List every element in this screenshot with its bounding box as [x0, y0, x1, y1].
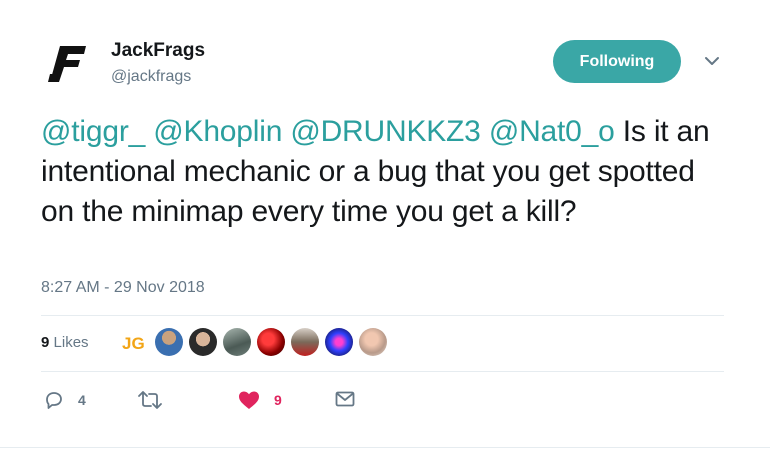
bottom-divider [0, 447, 770, 448]
divider [41, 371, 724, 372]
avatar-2[interactable] [155, 328, 183, 356]
liker-avatars: JG [121, 328, 393, 356]
avatar-jg-logo[interactable]: JG [121, 328, 149, 356]
envelope-icon [335, 391, 355, 407]
jackfrags-logo-icon[interactable] [46, 44, 90, 84]
mention-link[interactable]: @Khoplin [153, 115, 282, 148]
likes-label: Likes [53, 334, 89, 351]
like-button[interactable]: 9 [238, 390, 282, 410]
retweet-button[interactable] [137, 390, 177, 410]
author-handle[interactable]: @jackfrags [111, 68, 191, 86]
likes-count[interactable]: 9 Likes [41, 334, 89, 351]
mention-link[interactable]: @Nat0_o [489, 115, 615, 148]
reply-button[interactable]: 4 [44, 390, 86, 410]
reply-count: 4 [78, 392, 86, 408]
direct-message-button[interactable] [335, 390, 355, 408]
reply-icon [46, 392, 62, 409]
avatar-6[interactable] [291, 328, 319, 356]
avatar-5[interactable] [257, 328, 285, 356]
heart-icon [239, 391, 259, 409]
svg-text:JG: JG [122, 334, 145, 353]
tweet-timestamp[interactable]: 8:27 AM - 29 Nov 2018 [41, 279, 205, 297]
likes-number: 9 [41, 334, 50, 351]
avatar-4[interactable] [223, 328, 251, 356]
tweet-actions: 4 9 [0, 390, 770, 414]
mention-link[interactable]: @DRUNKKZ3 [290, 115, 481, 148]
following-button[interactable]: Following [553, 40, 681, 83]
avatar-3[interactable] [189, 328, 217, 356]
retweet-icon [138, 391, 162, 409]
avatar-7[interactable] [325, 328, 353, 356]
author-name[interactable]: JackFrags [111, 40, 205, 62]
avatar-8[interactable] [359, 328, 387, 356]
chevron-down-icon[interactable] [702, 55, 722, 69]
like-count: 9 [274, 392, 282, 408]
divider [41, 315, 724, 316]
tweet-text: @tiggr_ @Khoplin @DRUNKKZ3 @Nat0_o Is it… [41, 112, 731, 232]
mention-link[interactable]: @tiggr_ [41, 115, 145, 148]
